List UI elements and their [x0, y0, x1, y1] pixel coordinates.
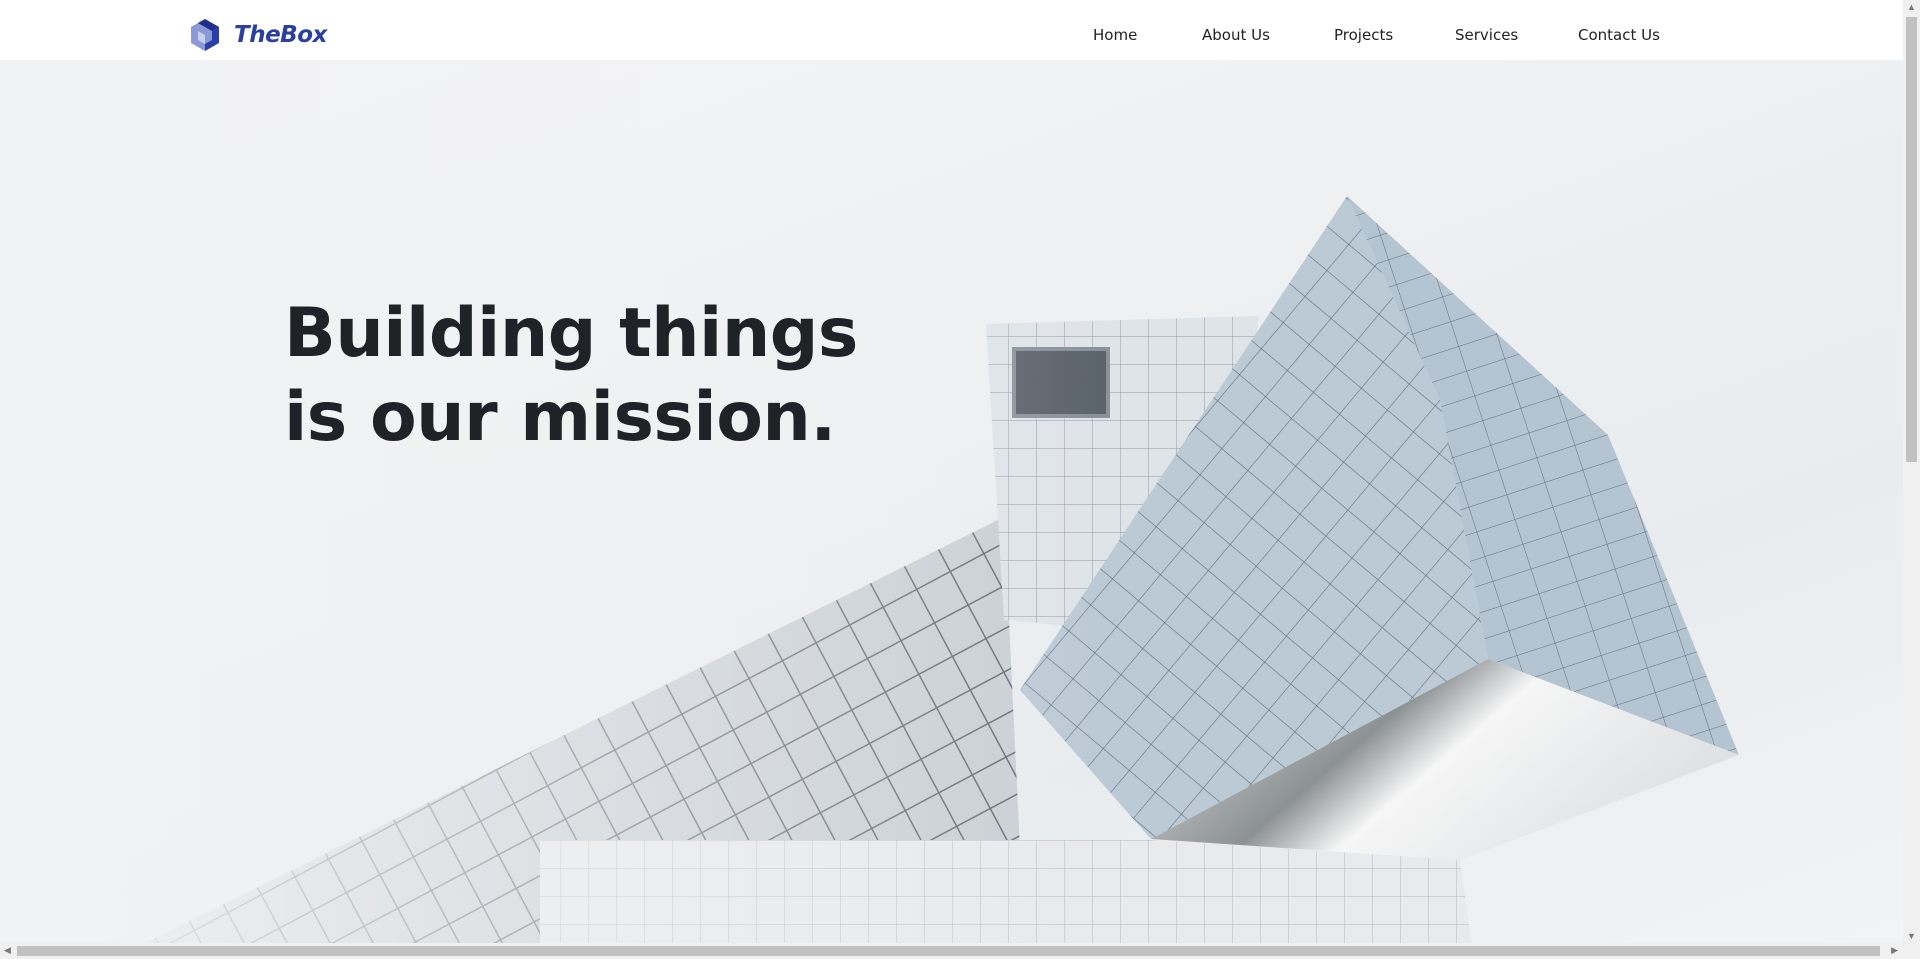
scroll-right-icon[interactable]: ▶ — [1891, 945, 1898, 956]
horizontal-scrollbar[interactable]: ◀ ▶ — [0, 943, 1920, 959]
site-header: TheBox Home About Us Projects Services C… — [0, 0, 1903, 60]
hero-headline: Building things is our mission. — [284, 292, 858, 460]
nav-about-us[interactable]: About Us — [1202, 26, 1270, 44]
horizontal-scroll-thumb[interactable] — [17, 946, 1880, 956]
vertical-scrollbar[interactable]: ▲ ▼ — [1903, 0, 1920, 943]
hero-section: Building things is our mission. — [0, 60, 1903, 943]
vertical-scroll-thumb[interactable] — [1906, 17, 1917, 462]
scroll-down-icon[interactable]: ▼ — [1907, 931, 1916, 941]
headline-line-2: is our mission. — [284, 378, 836, 457]
nav-services[interactable]: Services — [1455, 26, 1518, 44]
building-image — [0, 60, 1739, 943]
scroll-left-icon[interactable]: ◀ — [4, 945, 11, 956]
scroll-up-icon[interactable]: ▲ — [1907, 2, 1916, 12]
nav-home[interactable]: Home — [1093, 26, 1137, 44]
logo-text: TheBox — [234, 22, 327, 48]
cube-icon — [191, 19, 219, 51]
nav-contact-us[interactable]: Contact Us — [1578, 26, 1660, 44]
nav-projects[interactable]: Projects — [1334, 26, 1393, 44]
headline-line-1: Building things — [284, 294, 858, 373]
logo[interactable]: TheBox — [190, 18, 327, 52]
